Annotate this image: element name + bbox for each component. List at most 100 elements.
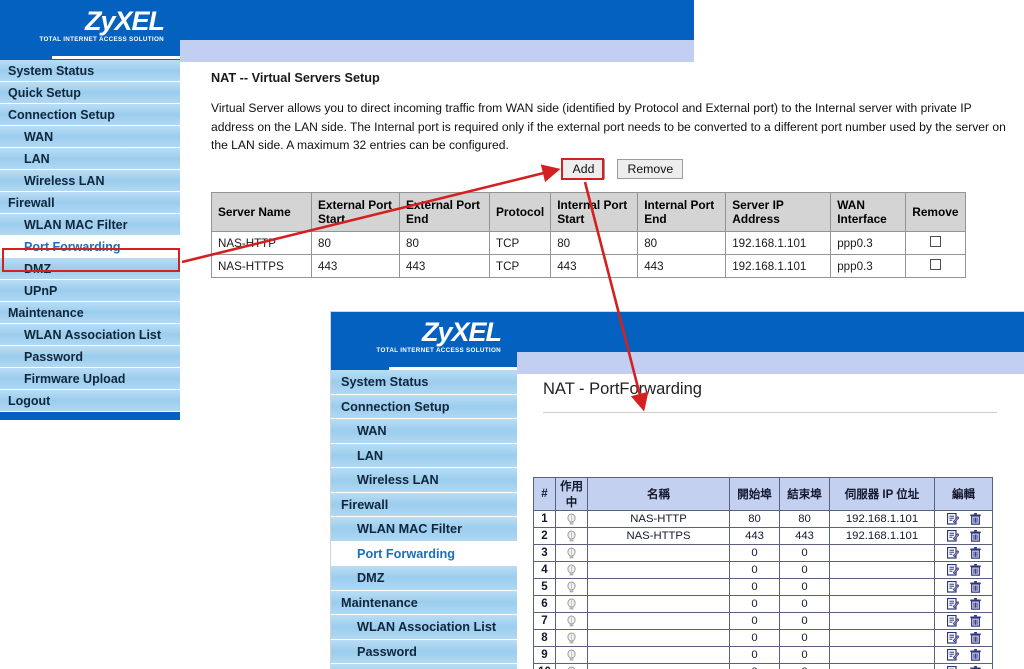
sidebar-item-connection-setup[interactable]: Connection Setup xyxy=(0,104,180,126)
sidebar-item-lan[interactable]: LAN xyxy=(331,443,517,468)
sidebar-item-port-forwarding[interactable]: Port Forwarding xyxy=(331,541,517,566)
col-end-port: 結束埠 xyxy=(779,477,830,511)
sidebar-item-firewall[interactable]: Firewall xyxy=(0,192,180,214)
page-description: Virtual Server allows you to direct inco… xyxy=(211,101,1006,152)
delete-icon[interactable] xyxy=(969,649,981,661)
sidebar-item-wireless-lan[interactable]: Wireless LAN xyxy=(0,170,180,192)
lightbulb-icon[interactable] xyxy=(566,581,577,593)
table-row: NAS-HTTPS 443 443 TCP 443 443 192.168.1.101 ppp… xyxy=(211,254,966,278)
router-admin-window-chinese: ZyXEL Total Internet Access Solution NAT… xyxy=(330,311,1024,669)
cell-int-port-start: 443 xyxy=(550,254,639,278)
cell-end-port: 0 xyxy=(779,646,830,664)
edit-icon[interactable] xyxy=(946,547,970,559)
cell-active[interactable] xyxy=(555,595,588,613)
edit-icon[interactable] xyxy=(946,581,970,593)
cell-active[interactable] xyxy=(555,510,588,528)
edit-icon[interactable] xyxy=(946,632,970,644)
delete-icon[interactable] xyxy=(969,615,981,627)
sidebar-item-wireless-lan[interactable]: Wireless LAN xyxy=(331,468,517,493)
remove-checkbox[interactable] xyxy=(929,236,941,247)
lightbulb-icon[interactable] xyxy=(566,615,577,627)
sidebar-item-system-status[interactable]: System Status xyxy=(0,60,180,82)
col-start-port: 開始埠 xyxy=(729,477,780,511)
main-content-panel-2: NAT - PortForwarding # 作用中 名稱 開始埠 結束埠 伺服… xyxy=(517,374,1024,669)
cell-start-port: 0 xyxy=(729,561,780,579)
sidebar-item-maintenance[interactable]: Maintenance xyxy=(0,302,180,324)
cell-active[interactable] xyxy=(555,561,588,579)
lightbulb-icon[interactable] xyxy=(566,513,577,525)
cell-active[interactable] xyxy=(555,646,588,664)
remove-button[interactable]: Remove xyxy=(617,159,684,179)
edit-icon[interactable] xyxy=(946,615,970,627)
sidebar-item-firmware-upload[interactable]: Firmware Upload xyxy=(331,664,517,669)
sidebar-item-password[interactable]: Password xyxy=(331,639,517,664)
cell-active[interactable] xyxy=(555,527,588,545)
sidebar-item-password[interactable]: Password xyxy=(0,346,180,368)
lightbulb-icon[interactable] xyxy=(566,547,577,559)
cell-server-ip: 192.168.1.101 xyxy=(829,527,935,545)
delete-icon[interactable] xyxy=(969,564,981,576)
lightbulb-icon[interactable] xyxy=(566,530,577,542)
cell-active[interactable] xyxy=(555,544,588,562)
sidebar-item-wan[interactable]: WAN xyxy=(331,419,517,444)
edit-icon[interactable] xyxy=(946,649,970,661)
sidebar-item-connection-setup[interactable]: Connection Setup xyxy=(331,394,517,419)
sidebar-item-wlan-association-list[interactable]: WLAN Association List xyxy=(331,615,517,640)
sidebar-item-firmware-upload[interactable]: Firmware Upload xyxy=(0,368,180,390)
sidebar-item-maintenance[interactable]: Maintenance xyxy=(331,590,517,615)
sidebar-item-label: Quick Setup xyxy=(8,86,81,100)
col-protocol: Protocol xyxy=(488,192,552,232)
remove-checkbox[interactable] xyxy=(929,259,941,270)
cell-active[interactable] xyxy=(555,663,588,669)
cell-active[interactable] xyxy=(555,629,588,647)
cell-edit-actions xyxy=(934,544,993,562)
sidebar-item-lan[interactable]: LAN xyxy=(0,148,180,170)
edit-icon[interactable] xyxy=(946,564,970,576)
col-edit: 編輯 xyxy=(934,477,993,511)
cell-edit-actions xyxy=(934,510,993,528)
delete-icon[interactable] xyxy=(969,513,981,525)
cell-remove xyxy=(905,254,966,278)
cell-index: 8 xyxy=(533,629,556,647)
sidebar-item-label: Wireless LAN xyxy=(357,473,439,487)
cell-start-port: 0 xyxy=(729,595,780,613)
brand-logo-block: ZyXEL Total Internet Access Solution xyxy=(0,0,180,60)
cell-server-name: NAS-HTTPS xyxy=(211,254,312,278)
delete-icon[interactable] xyxy=(969,632,981,644)
sidebar-item-wlan-mac-filter[interactable]: WLAN MAC Filter xyxy=(0,214,180,236)
delete-icon[interactable] xyxy=(969,581,981,593)
delete-icon[interactable] xyxy=(969,547,981,559)
cell-edit-actions xyxy=(934,612,993,630)
lightbulb-icon[interactable] xyxy=(566,564,577,576)
lightbulb-icon[interactable] xyxy=(566,598,577,610)
header-band-light-2 xyxy=(517,352,1024,374)
sidebar-item-upnp[interactable]: UPnP xyxy=(0,280,180,302)
header-band-light xyxy=(180,40,694,62)
highlight-box-add-button xyxy=(561,158,604,180)
lightbulb-icon[interactable] xyxy=(566,632,577,644)
lightbulb-icon[interactable] xyxy=(566,649,577,661)
cell-index: 3 xyxy=(533,544,556,562)
sidebar-item-logout[interactable]: Logout xyxy=(0,390,180,412)
sidebar-item-wan[interactable]: WAN xyxy=(0,126,180,148)
table-row: 3 00 xyxy=(533,544,993,562)
cell-start-port: 0 xyxy=(729,612,780,630)
sidebar-item-quick-setup[interactable]: Quick Setup xyxy=(0,82,180,104)
edit-icon[interactable] xyxy=(946,598,970,610)
cell-index: 10 xyxy=(533,663,556,669)
cell-start-port: 0 xyxy=(729,629,780,647)
edit-icon[interactable] xyxy=(946,530,970,542)
cell-active[interactable] xyxy=(555,612,588,630)
edit-icon[interactable] xyxy=(946,513,970,525)
delete-icon[interactable] xyxy=(969,598,981,610)
delete-icon[interactable] xyxy=(969,530,981,542)
sidebar-item-label: WAN xyxy=(24,130,54,144)
sidebar-item-firewall[interactable]: Firewall xyxy=(331,492,517,517)
cell-active[interactable] xyxy=(555,578,588,596)
sidebar-item-wlan-association-list[interactable]: WLAN Association List xyxy=(0,324,180,346)
col-int-port-end: Internal Port End xyxy=(637,192,727,232)
sidebar-item-dmz[interactable]: DMZ xyxy=(331,566,517,591)
cell-server-ip: 192.168.1.101 xyxy=(725,231,832,255)
sidebar-item-wlan-mac-filter[interactable]: WLAN MAC Filter xyxy=(331,517,517,542)
sidebar-item-system-status[interactable]: System Status xyxy=(331,370,517,395)
